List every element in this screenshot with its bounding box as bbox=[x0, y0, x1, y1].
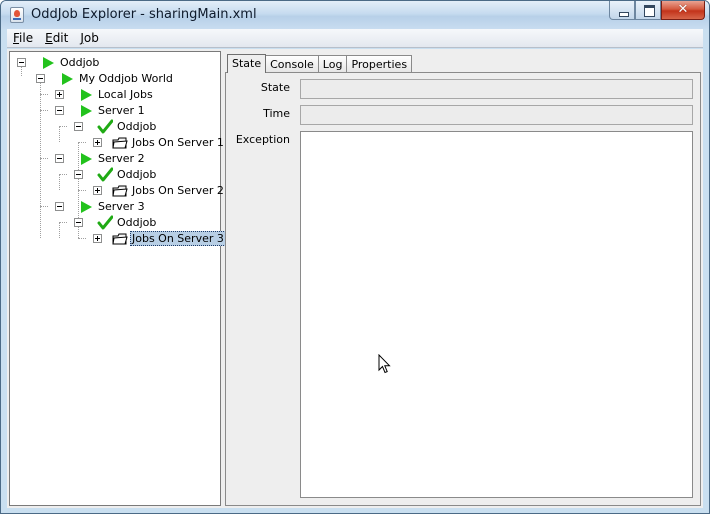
check-icon bbox=[97, 215, 113, 230]
play-icon bbox=[81, 153, 92, 165]
exception-label: Exception bbox=[235, 133, 290, 146]
menu-edit[interactable]: Edit bbox=[45, 31, 68, 45]
collapse-toggle[interactable] bbox=[36, 74, 45, 83]
menu-file[interactable]: File bbox=[13, 31, 33, 45]
tree-node-oddjob-server-3[interactable]: Oddjob bbox=[10, 215, 220, 231]
state-label: State bbox=[260, 81, 290, 94]
collapse-toggle[interactable] bbox=[55, 154, 64, 163]
main-content: Oddjob My Oddjob World Local Jobs Server… bbox=[7, 49, 703, 508]
tree-node-server-1[interactable]: Server 1 bbox=[10, 103, 220, 119]
tree-node-jobs-on-server-3[interactable]: Jobs On Server 3 bbox=[10, 231, 226, 247]
state-tab-body: State Time Exception bbox=[225, 72, 701, 506]
window-controls: ✕ bbox=[609, 1, 705, 20]
state-field[interactable] bbox=[300, 79, 693, 99]
tree-node-label: Oddjob bbox=[117, 216, 157, 229]
collapse-toggle[interactable] bbox=[17, 58, 26, 67]
tree-node-server-3[interactable]: Server 3 bbox=[10, 199, 220, 215]
time-field[interactable] bbox=[300, 105, 693, 125]
tree-node-jobs-on-server-2[interactable]: Jobs On Server 2 bbox=[10, 183, 224, 199]
mouse-cursor-icon bbox=[378, 354, 391, 374]
folder-icon bbox=[112, 233, 128, 245]
check-icon bbox=[97, 119, 113, 134]
tab-properties[interactable]: Properties bbox=[346, 55, 413, 73]
tree-node-label: Oddjob bbox=[117, 120, 157, 133]
exception-text-area[interactable] bbox=[300, 131, 693, 498]
expand-toggle[interactable] bbox=[93, 138, 102, 147]
collapse-toggle[interactable] bbox=[55, 202, 64, 211]
app-window: OddJob Explorer - sharingMain.xml ✕ File… bbox=[0, 0, 710, 514]
tab-console[interactable]: Console bbox=[265, 55, 319, 73]
tree-node-label: Jobs On Server 2 bbox=[132, 184, 224, 197]
tree-node-label: Local Jobs bbox=[98, 88, 153, 101]
tree-node-jobs-on-server-1[interactable]: Jobs On Server 1 bbox=[10, 135, 224, 151]
play-icon bbox=[81, 105, 92, 117]
tree-node-label: Server 1 bbox=[98, 104, 145, 117]
play-icon bbox=[81, 201, 92, 213]
collapse-toggle[interactable] bbox=[74, 122, 83, 131]
time-label: Time bbox=[263, 107, 290, 120]
tree-node-local-jobs[interactable]: Local Jobs bbox=[10, 87, 220, 103]
play-icon bbox=[62, 73, 73, 85]
tree-node-label: Server 3 bbox=[98, 200, 145, 213]
folder-icon bbox=[112, 185, 128, 197]
check-icon bbox=[97, 167, 113, 182]
menu-bar: File Edit Job bbox=[7, 29, 703, 48]
collapse-toggle[interactable] bbox=[74, 218, 83, 227]
close-icon: ✕ bbox=[677, 2, 689, 17]
tree-node-label: Server 2 bbox=[98, 152, 145, 165]
close-button[interactable]: ✕ bbox=[661, 1, 705, 20]
expand-toggle[interactable] bbox=[93, 234, 102, 243]
tree-node-oddjob-server-2[interactable]: Oddjob bbox=[10, 167, 220, 183]
tree-node-oddjob-root[interactable]: Oddjob bbox=[10, 55, 220, 71]
java-app-icon bbox=[10, 7, 24, 23]
minimize-button[interactable] bbox=[609, 1, 635, 20]
tree-node-label: My Oddjob World bbox=[79, 72, 173, 85]
play-icon bbox=[43, 57, 54, 69]
folder-icon bbox=[112, 137, 128, 149]
tree-node-my-oddjob-world[interactable]: My Oddjob World bbox=[10, 71, 220, 87]
tab-log[interactable]: Log bbox=[317, 55, 348, 73]
tree-node-oddjob-server-1[interactable]: Oddjob bbox=[10, 119, 220, 135]
detail-tabs: State Console Log Properties bbox=[227, 54, 413, 73]
tree-node-label: Oddjob bbox=[60, 56, 100, 69]
job-tree[interactable]: Oddjob My Oddjob World Local Jobs Server… bbox=[9, 51, 226, 506]
collapse-toggle[interactable] bbox=[55, 106, 64, 115]
tab-state[interactable]: State bbox=[227, 54, 267, 73]
tree-node-label: Oddjob bbox=[117, 168, 157, 181]
title-bar[interactable]: OddJob Explorer - sharingMain.xml ✕ bbox=[1, 1, 709, 29]
expand-toggle[interactable] bbox=[55, 90, 64, 99]
window-title: OddJob Explorer - sharingMain.xml bbox=[31, 7, 257, 22]
play-icon bbox=[81, 89, 92, 101]
menu-job[interactable]: Job bbox=[80, 31, 99, 45]
tree-node-label: Jobs On Server 1 bbox=[132, 136, 224, 149]
tree-node-label-selected: Jobs On Server 3 bbox=[130, 231, 226, 246]
expand-toggle[interactable] bbox=[93, 186, 102, 195]
maximize-button[interactable] bbox=[635, 1, 661, 20]
tree-node-server-2[interactable]: Server 2 bbox=[10, 151, 220, 167]
collapse-toggle[interactable] bbox=[74, 170, 83, 179]
detail-panel: State Console Log Properties State Time … bbox=[225, 51, 701, 506]
